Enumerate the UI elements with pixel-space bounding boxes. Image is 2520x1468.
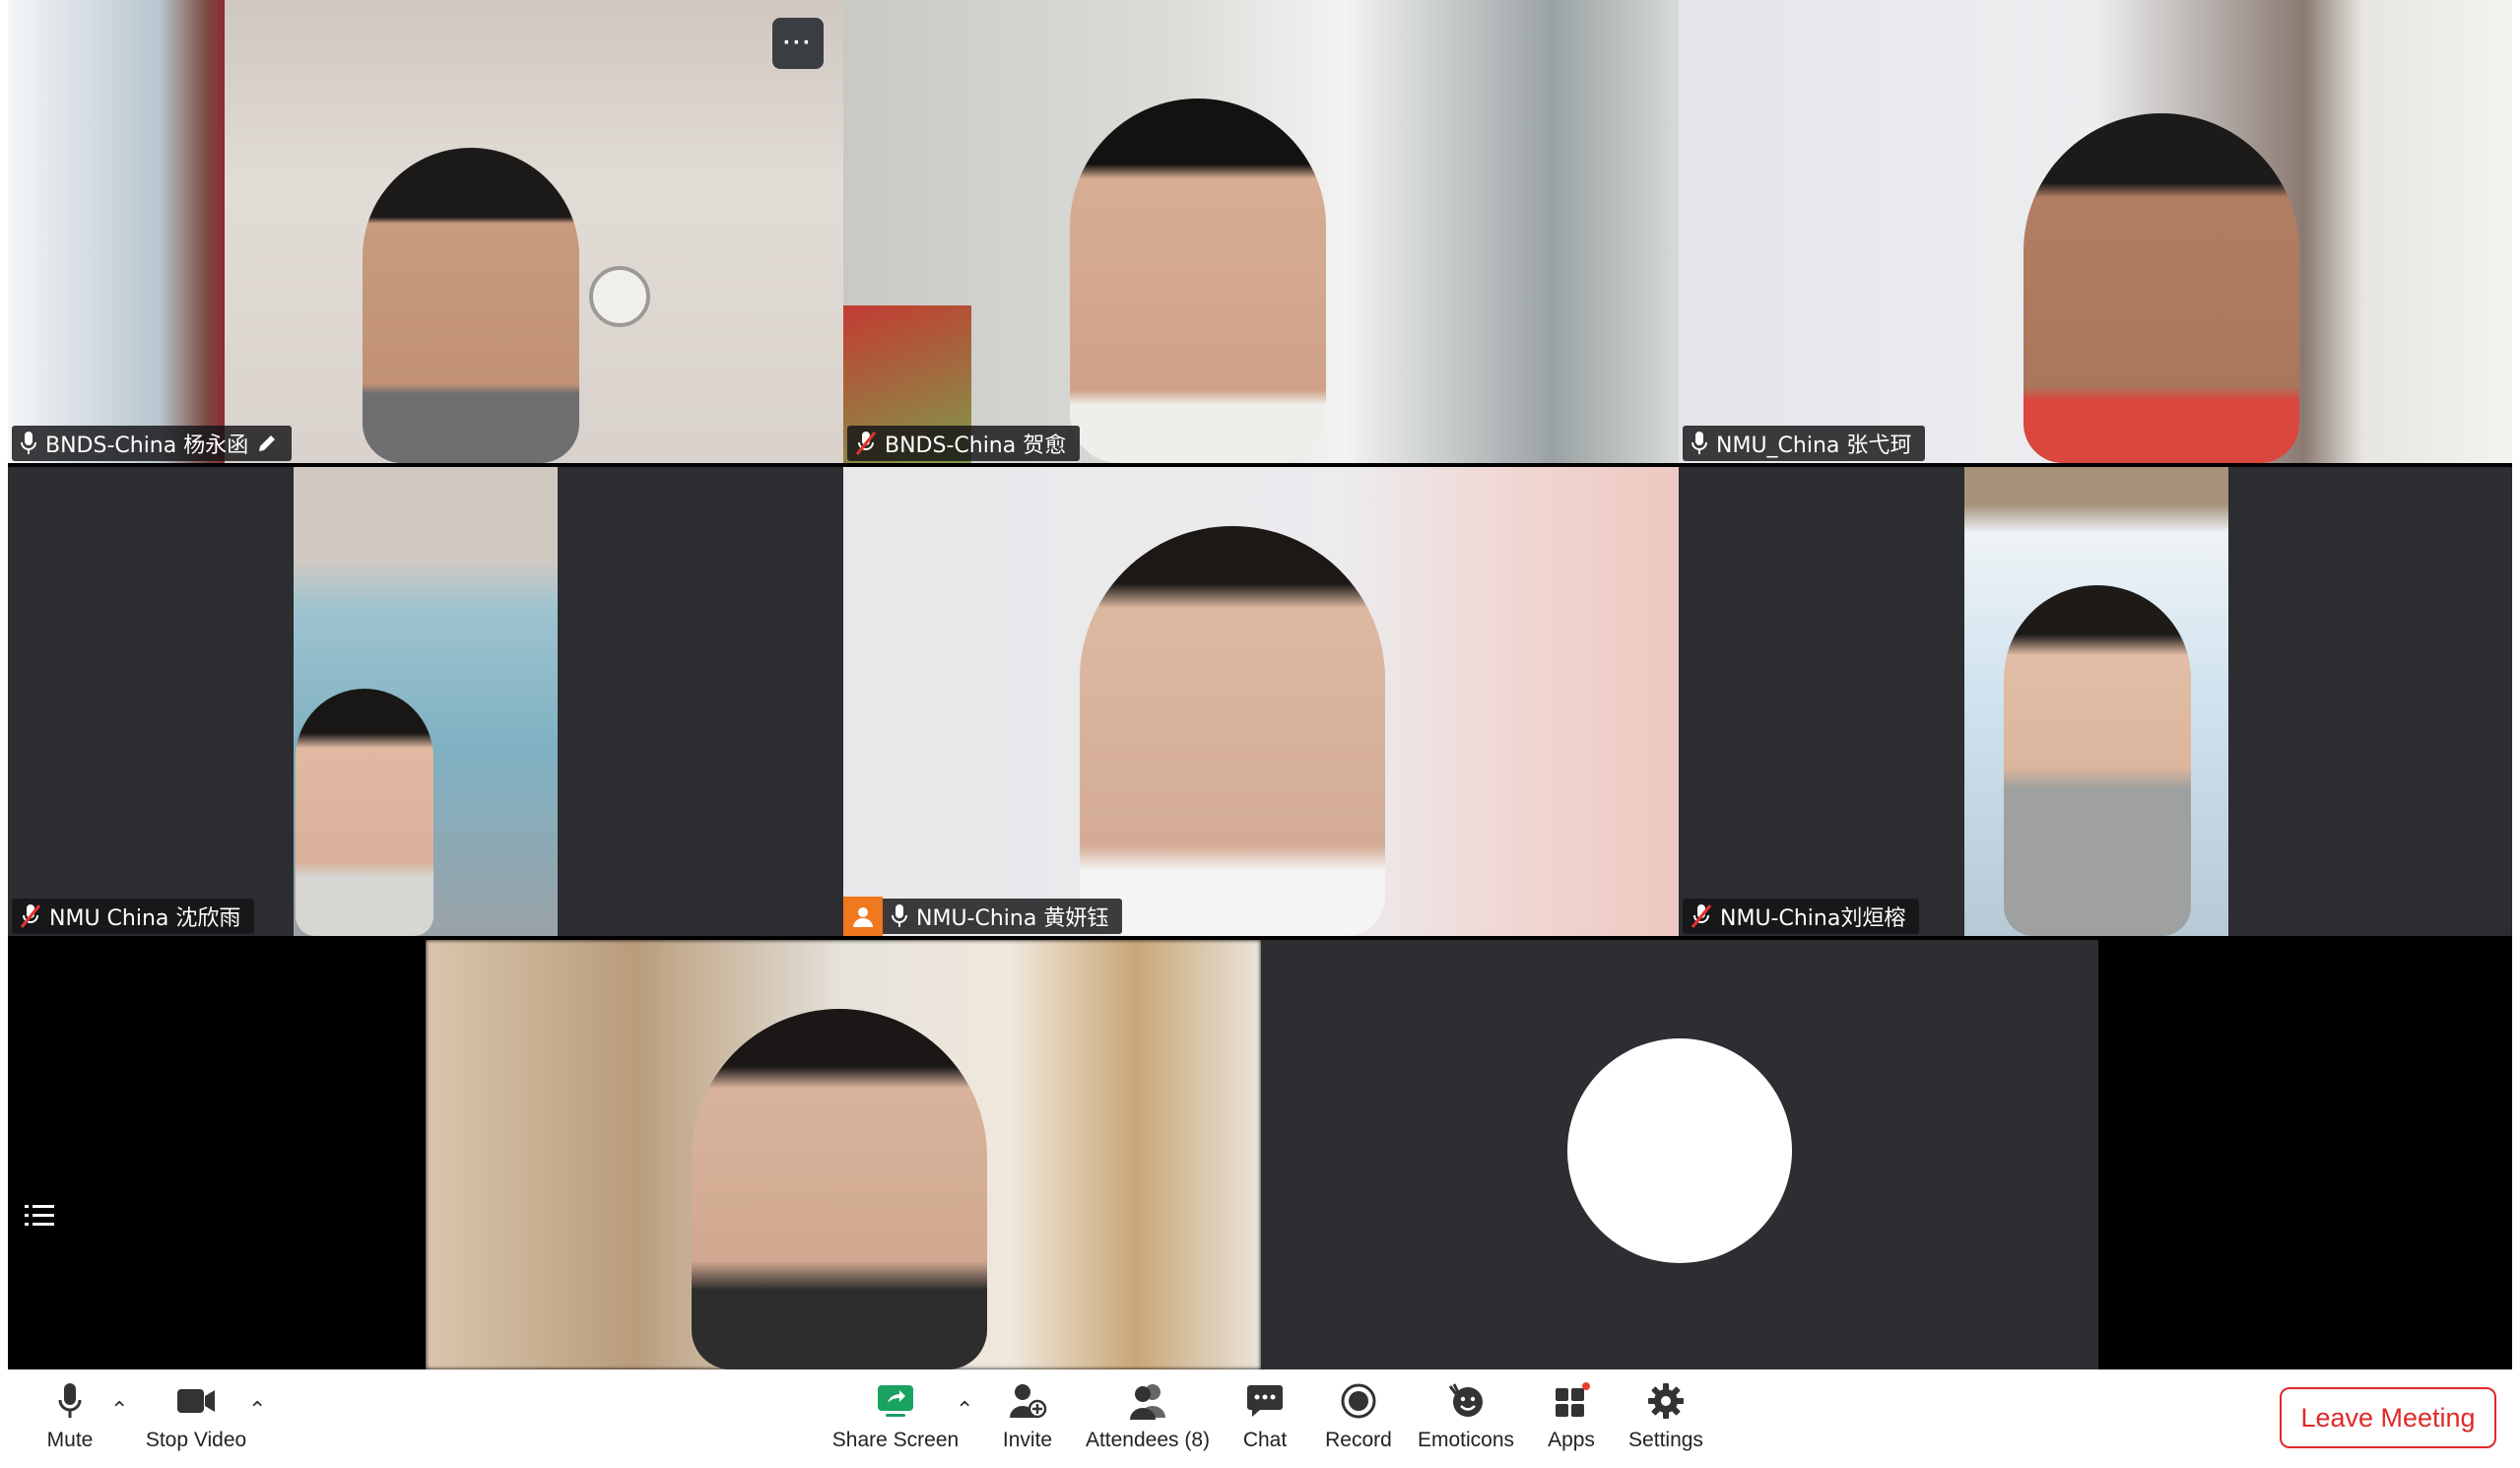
avatar <box>1567 1038 1792 1263</box>
participant-label: NMU China 沈欣雨 <box>12 899 255 934</box>
person-image <box>1080 526 1385 936</box>
settings-button[interactable]: Settings <box>1625 1377 1706 1452</box>
person-image <box>296 689 433 936</box>
video-camera-icon <box>175 1377 217 1425</box>
video-gallery: ··· BNDS-China 杨永函 BNDS-China 贺愈 NMU_Chi… <box>8 0 2512 1369</box>
mute-button[interactable]: Mute <box>35 1377 104 1452</box>
person-image <box>2004 585 2191 936</box>
microphone-icon <box>892 904 907 927</box>
window-image <box>8 0 225 463</box>
microphone-icon <box>57 1377 83 1425</box>
audio-options-chevron-icon[interactable]: ⌃ <box>110 1397 128 1423</box>
participant-label: BNDS-China 贺愈 <box>847 426 1081 461</box>
gear-icon <box>1647 1377 1685 1425</box>
record-icon <box>1340 1377 1377 1425</box>
apps-button[interactable]: Apps <box>1543 1377 1600 1452</box>
share-screen-icon <box>876 1377 915 1425</box>
chat-bubble-icon <box>1246 1377 1284 1425</box>
participant-name: BNDS-China 杨永函 <box>45 434 249 458</box>
video-tile-1[interactable]: ··· BNDS-China 杨永函 <box>8 0 843 463</box>
participant-name: NMU_China 张弋珂 <box>1716 434 1912 458</box>
record-button[interactable]: Record <box>1324 1377 1393 1452</box>
person-image <box>363 148 579 463</box>
chat-button[interactable]: Chat <box>1239 1377 1291 1452</box>
participant-label: NMU-China刘烜榕 <box>1683 899 1920 934</box>
share-screen-button[interactable]: Share Screen <box>832 1377 959 1452</box>
stop-video-button[interactable]: Stop Video <box>144 1377 248 1452</box>
apps-grid-icon <box>1552 1377 1591 1425</box>
list-menu-icon[interactable] <box>14 1190 65 1241</box>
more-options-button[interactable]: ··· <box>772 18 824 69</box>
participant-label: NMU_China 张弋珂 <box>1683 426 1926 461</box>
host-avatar-icon <box>843 897 883 936</box>
video-tile-2[interactable]: BNDS-China 贺愈 <box>843 0 1679 463</box>
pencil-icon[interactable] <box>256 433 278 454</box>
emoticons-button[interactable]: Emoticons <box>1415 1377 1517 1452</box>
participant-name: NMU-China刘烜榕 <box>1720 906 1906 931</box>
participant-label: NMU-China 黄妍钰 <box>843 897 1123 936</box>
muted-microphone-icon <box>855 432 877 455</box>
microphone-icon <box>1691 432 1707 454</box>
person-image <box>1070 99 1326 463</box>
video-tile-5[interactable]: NMU-China 黄妍钰 <box>843 467 1679 936</box>
muted-microphone-icon <box>1691 904 1712 928</box>
participant-name: BNDS-China 贺愈 <box>885 434 1067 458</box>
muted-microphone-icon <box>20 904 41 928</box>
attendees-button[interactable]: Attendees (8) <box>1084 1377 1212 1452</box>
leave-meeting-button[interactable]: Leave Meeting <box>2280 1387 2496 1448</box>
video-tile-8[interactable] <box>1261 940 2098 1369</box>
participant-label: BNDS-China 杨永函 <box>12 426 293 461</box>
person-image <box>2023 113 2299 463</box>
video-tile-3[interactable]: NMU_China 张弋珂 <box>1679 0 2512 463</box>
video-tile-4[interactable]: NMU China 沈欣雨 <box>8 467 843 936</box>
video-tile-6[interactable]: NMU-China刘烜榕 <box>1679 467 2512 936</box>
video-options-chevron-icon[interactable]: ⌃ <box>248 1397 266 1423</box>
clock-image <box>589 266 650 327</box>
add-person-icon <box>1008 1377 1047 1425</box>
participant-name: NMU China 沈欣雨 <box>49 906 241 931</box>
participant-name: NMU-China 黄妍钰 <box>916 906 1109 931</box>
microphone-icon <box>21 432 36 454</box>
attendees-icon <box>1126 1377 1169 1425</box>
video-tile-7[interactable] <box>426 940 1261 1369</box>
meeting-toolbar: Mute ⌃ Stop Video ⌃ Share Screen ⌃ Invit… <box>0 1369 2520 1468</box>
person-image <box>692 1009 987 1369</box>
invite-button[interactable]: Invite <box>997 1377 1058 1452</box>
emoticons-icon <box>1446 1377 1486 1425</box>
share-options-chevron-icon[interactable]: ⌃ <box>956 1397 973 1423</box>
